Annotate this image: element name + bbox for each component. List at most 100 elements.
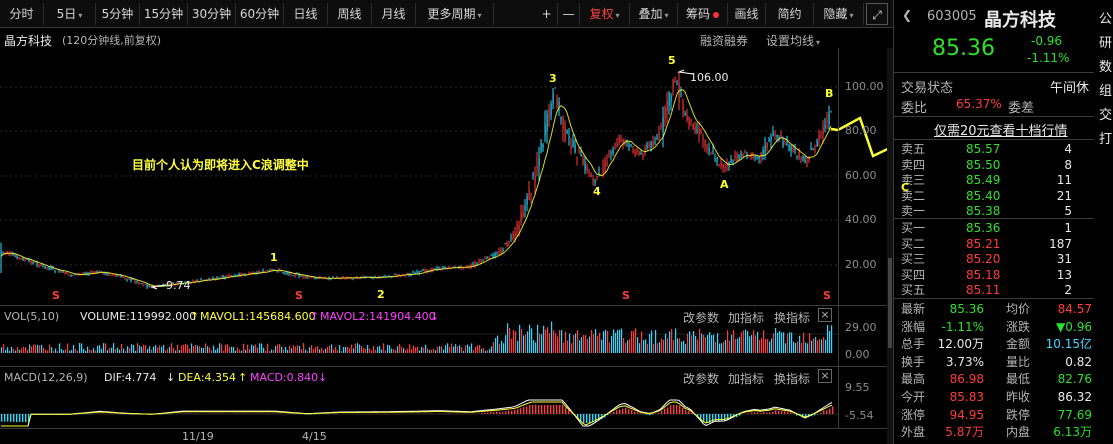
volume-bar xyxy=(25,347,27,353)
volume-bar xyxy=(403,348,405,353)
quote-row: 卖一 85.38 5 xyxy=(894,204,1094,219)
side-tab[interactable]: 数 xyxy=(1099,56,1112,75)
volume-bar xyxy=(231,346,233,353)
macd-bar xyxy=(829,408,831,414)
candle-body xyxy=(674,78,676,80)
hide-dropdown[interactable]: 隐藏 ▾ xyxy=(814,3,864,25)
volume-bar xyxy=(255,344,257,353)
volume-bar xyxy=(425,344,427,353)
side-tab[interactable]: 公 xyxy=(1099,8,1112,27)
volume-bar xyxy=(125,350,127,353)
candle-body xyxy=(136,280,138,282)
candle-body xyxy=(212,278,214,280)
vol-switch-indicator[interactable]: 换指标 xyxy=(774,309,810,326)
overlay-dropdown[interactable]: 叠加 ▾ xyxy=(630,3,678,25)
stat-value: 82.76 xyxy=(1057,372,1092,387)
wave-label-b: B xyxy=(825,87,834,100)
candle-body xyxy=(702,138,704,141)
more-periods-dropdown[interactable]: 更多周期 ▾ xyxy=(416,3,494,25)
level2-banner-link[interactable]: 仅需20元查看十档行情 xyxy=(934,120,1068,139)
macd-bar xyxy=(832,406,834,414)
volume-bar xyxy=(571,343,573,353)
candle-body xyxy=(28,259,30,261)
simple-mode-button[interactable]: 简约 xyxy=(766,3,814,25)
volume-bar xyxy=(649,333,651,353)
volume-bar xyxy=(601,339,603,353)
volume-bar xyxy=(397,346,399,353)
volume-bar xyxy=(289,345,291,353)
expand-icon[interactable]: ⤢ xyxy=(866,3,888,25)
period-30min[interactable]: 30分钟 xyxy=(188,3,236,25)
macd-switch-indicator[interactable]: 换指标 xyxy=(774,370,810,387)
side-tab[interactable]: 交 xyxy=(1099,104,1112,123)
candle-body xyxy=(650,141,652,148)
quote-row: 买一 85.36 1 xyxy=(894,221,1094,236)
ma-settings-dropdown[interactable]: 设置均线 ▾ xyxy=(766,32,820,49)
period-60min[interactable]: 60分钟 xyxy=(236,3,284,25)
side-tab[interactable]: 打 xyxy=(1099,128,1112,147)
quote-row: 买五 85.11 2 xyxy=(894,283,1094,298)
draw-line-button[interactable]: 画线 xyxy=(728,3,766,25)
sell-signal-mark: S xyxy=(622,289,630,302)
period-day[interactable]: 日线 xyxy=(284,3,328,25)
fuquan-dropdown[interactable]: 复权 ▾ xyxy=(580,3,630,25)
ask-level-label: 卖四 xyxy=(901,157,926,172)
macd-bar xyxy=(649,414,651,416)
candle-body xyxy=(70,274,72,276)
candle-body xyxy=(654,142,656,144)
zoom-out-button[interactable]: — xyxy=(558,3,580,25)
macd-add-indicator[interactable]: 加指标 xyxy=(728,370,764,387)
volume-bar xyxy=(147,348,149,353)
candle-body xyxy=(524,206,526,209)
volume-bar xyxy=(747,331,749,353)
candle-body xyxy=(542,144,544,148)
period-month[interactable]: 月线 xyxy=(372,3,416,25)
volume-bar xyxy=(305,349,307,353)
close-icon[interactable]: × xyxy=(818,369,832,383)
candle-body xyxy=(382,276,384,277)
macd-bar xyxy=(481,412,483,414)
volume-bar xyxy=(141,346,143,353)
period-week[interactable]: 周线 xyxy=(328,3,372,25)
period-fenshi[interactable]: 分时 xyxy=(0,3,44,25)
period-15min[interactable]: 15分钟 xyxy=(140,3,188,25)
volume-bar xyxy=(787,333,789,353)
macd-bar xyxy=(670,405,672,414)
volume-bar xyxy=(519,324,521,353)
volume-bar xyxy=(407,348,409,353)
candle-body xyxy=(492,254,494,257)
chevron-down-icon: ▾ xyxy=(816,38,821,47)
volume-bar xyxy=(699,328,701,353)
candle-body xyxy=(448,266,450,268)
macd-bar xyxy=(616,410,618,414)
chip-button[interactable]: 筹码 xyxy=(678,3,728,25)
volume-bar xyxy=(99,345,101,353)
macd-bar xyxy=(673,405,675,414)
macd-edit-params[interactable]: 改参数 xyxy=(683,370,719,387)
candle-body xyxy=(638,151,640,155)
volume-bar xyxy=(711,335,713,353)
volume-bar xyxy=(149,346,151,353)
vol-edit-params[interactable]: 改参数 xyxy=(683,309,719,326)
volume-bar xyxy=(239,349,241,353)
candle-body xyxy=(200,279,202,281)
vol-add-indicator[interactable]: 加指标 xyxy=(728,309,764,326)
chevron-left-icon[interactable]: ❮ xyxy=(902,8,912,22)
bid-level-label: 买五 xyxy=(901,283,926,297)
ma-line xyxy=(0,89,832,287)
side-tab[interactable]: 组 xyxy=(1099,80,1112,99)
margin-trading-link[interactable]: 融资融券 xyxy=(700,32,748,49)
volume-bar xyxy=(381,349,383,353)
volume-bar xyxy=(199,346,201,353)
volume-bar xyxy=(293,345,295,353)
zoom-in-button[interactable]: + xyxy=(536,3,558,25)
period-5day[interactable]: 5日 ▾ xyxy=(44,3,96,25)
volume-bar xyxy=(105,343,107,353)
bid-volume: 31 xyxy=(1056,252,1072,266)
period-5min[interactable]: 5分钟 xyxy=(96,3,140,25)
quote-row: 涨停 94.95 跌停 77.69 xyxy=(894,408,1094,423)
side-tab[interactable]: 研 xyxy=(1099,32,1112,51)
close-icon[interactable]: × xyxy=(818,308,832,322)
volume-bar xyxy=(345,347,347,353)
stat-value: 0.82 xyxy=(1065,354,1092,369)
